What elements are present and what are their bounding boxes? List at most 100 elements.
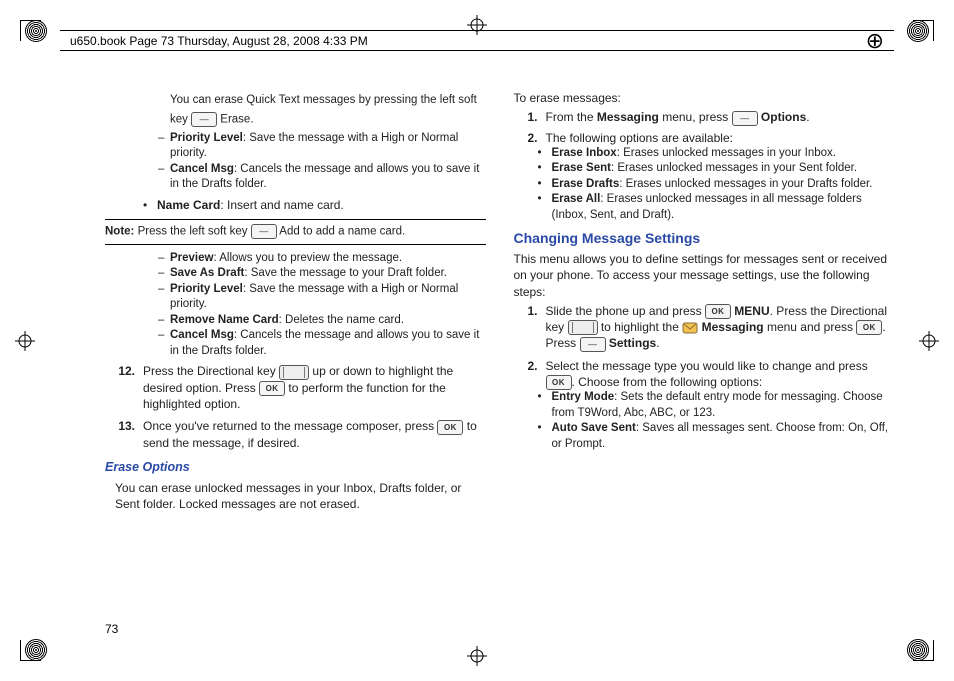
dash-icon: –: [158, 282, 170, 313]
ok-key-icon: [546, 375, 572, 390]
bullet-icon: •: [143, 197, 157, 213]
text: menu, press: [659, 110, 732, 124]
list-item: • Name Card: Insert and name card.: [105, 197, 486, 213]
bullet-icon: •: [538, 192, 552, 223]
note-label: Note:: [105, 225, 134, 237]
label: Entry Mode: [552, 391, 615, 403]
text: : Save the message to your Draft folder.: [244, 267, 447, 279]
label: Messaging: [597, 110, 659, 124]
dash-icon: –: [158, 328, 170, 359]
registration-target-icon: [25, 20, 47, 42]
directional-key-icon: [279, 365, 309, 380]
registration-mark-icon: [467, 15, 487, 35]
dash-icon: –: [158, 313, 170, 329]
paragraph: You can erase Quick Text messages by pre…: [105, 93, 486, 109]
messaging-icon: [682, 322, 698, 334]
text: Select the message type you would like t…: [546, 359, 868, 373]
header-rule: [60, 50, 894, 51]
text: key: [170, 113, 191, 125]
text: : Erases unlocked messages in your Inbox…: [617, 147, 836, 159]
step-number: 12.: [105, 363, 143, 412]
label: Name Card: [157, 198, 220, 212]
dash-icon: –: [158, 266, 170, 282]
list-item: • Entry Mode: Sets the default entry mod…: [514, 390, 895, 421]
step-12: 12. Press the Directional key up or down…: [105, 363, 486, 412]
text: menu and press: [764, 320, 857, 334]
list-item: • Erase Drafts: Erases unlocked messages…: [514, 177, 895, 193]
text: Press the Directional key: [143, 364, 279, 378]
heading-changing-message-settings: Changing Message Settings: [514, 229, 895, 248]
paragraph: key Erase.: [105, 112, 486, 128]
softkey-icon: [732, 111, 758, 126]
step-1: 1. From the Messaging menu, press Option…: [514, 109, 895, 125]
paragraph: You can erase unlocked messages in your …: [105, 480, 486, 512]
label: Remove Name Card: [170, 314, 279, 326]
phi-mark-icon: ⊕: [866, 28, 884, 54]
label: Erase All: [552, 193, 601, 205]
label: Messaging: [702, 320, 764, 334]
ok-key-icon: [437, 420, 463, 435]
label: Preview: [170, 252, 213, 264]
label: Priority Level: [170, 132, 243, 144]
text: .: [806, 110, 809, 124]
text: : Allows you to preview the message.: [213, 252, 402, 264]
step-13: 13. Once you've returned to the message …: [105, 418, 486, 451]
list-item: • Erase All: Erases unlocked messages in…: [514, 192, 895, 223]
step-cs2: 2. Select the message type you would lik…: [514, 358, 895, 391]
text: . Choose from the following options:: [572, 375, 763, 389]
label: Erase Drafts: [552, 178, 620, 190]
label: Cancel Msg: [170, 163, 234, 175]
text: Press the left soft key: [134, 225, 250, 237]
list-item: – Priority Level: Save the message with …: [105, 131, 486, 162]
text: Slide the phone up and press: [546, 304, 705, 318]
text: : Deletes the name card.: [279, 314, 404, 326]
running-header: u650.book Page 73 Thursday, August 28, 2…: [70, 34, 368, 48]
step-number: 2.: [514, 130, 546, 146]
header-rule: [60, 30, 894, 31]
note-block: Note: Press the left soft key Add to add…: [105, 219, 486, 245]
softkey-icon: [191, 112, 217, 127]
softkey-icon: [251, 224, 277, 239]
label: Erase Inbox: [552, 147, 617, 159]
dash-icon: –: [158, 131, 170, 162]
text: From the: [546, 110, 597, 124]
registration-target-icon: [25, 639, 47, 661]
registration-target-icon: [907, 639, 929, 661]
step-number: 2.: [514, 358, 546, 391]
bullet-icon: •: [538, 421, 552, 452]
bullet-icon: •: [538, 146, 552, 162]
step-2: 2. The following options are available:: [514, 130, 895, 146]
page-body: You can erase Quick Text messages by pre…: [105, 90, 894, 611]
subheading-erase-options: Erase Options: [105, 459, 486, 476]
list-item: – Cancel Msg: Cancels the message and al…: [105, 328, 486, 359]
text: : Erases unlocked messages in your Sent …: [611, 162, 857, 174]
label: Options: [761, 110, 806, 124]
list-item: – Cancel Msg: Cancels the message and al…: [105, 162, 486, 193]
list-item: • Erase Sent: Erases unlocked messages i…: [514, 161, 895, 177]
text: You can erase Quick Text messages by pre…: [170, 94, 477, 106]
dash-icon: –: [158, 162, 170, 193]
text: The following options are available:: [546, 130, 895, 146]
dash-icon: –: [158, 251, 170, 267]
label: Cancel Msg: [170, 329, 234, 341]
label: Settings: [609, 336, 656, 350]
registration-mark-icon: [467, 646, 487, 666]
text: : Erases unlocked messages in your Draft…: [619, 178, 872, 190]
paragraph: To erase messages:: [514, 90, 895, 106]
list-item: – Save As Draft: Save the message to you…: [105, 266, 486, 282]
text: : Insert and name card.: [220, 198, 343, 212]
page-number: 73: [105, 622, 118, 636]
label: Save As Draft: [170, 267, 244, 279]
list-item: • Erase Inbox: Erases unlocked messages …: [514, 146, 895, 162]
label: Erase Sent: [552, 162, 611, 174]
registration-mark-icon: [15, 331, 35, 351]
ok-key-icon: [856, 320, 882, 335]
ok-key-icon: [705, 304, 731, 319]
text: Erase.: [217, 113, 253, 125]
text: Add to add a name card.: [277, 225, 406, 237]
step-number: 1.: [514, 109, 546, 125]
text: .: [656, 336, 659, 350]
text: to highlight the: [598, 320, 683, 334]
list-item: – Preview: Allows you to preview the mes…: [105, 251, 486, 267]
label: Priority Level: [170, 283, 243, 295]
